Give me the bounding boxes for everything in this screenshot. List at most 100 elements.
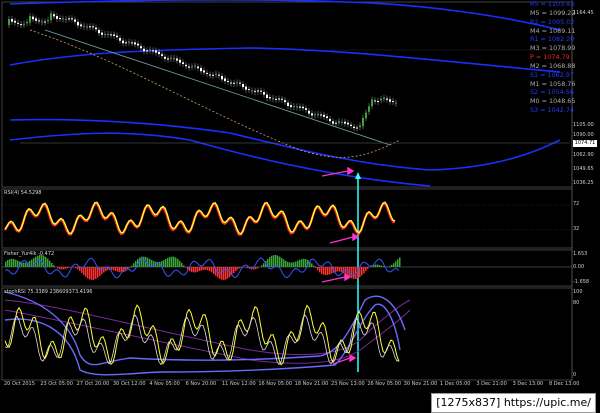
fisher-bar <box>115 267 117 272</box>
fisher-bar <box>63 267 65 270</box>
fisher-bar <box>143 256 145 267</box>
candle-body <box>23 23 25 25</box>
candle-body <box>383 97 385 100</box>
candle-body <box>203 70 205 73</box>
candle-body <box>41 21 43 23</box>
fisher-bar <box>101 267 103 275</box>
candle-body <box>287 102 289 106</box>
candle-body <box>155 50 157 53</box>
candle-body <box>386 98 388 100</box>
fisher-bar <box>133 263 135 267</box>
fisher-bar <box>49 260 51 267</box>
fisher-bar <box>213 267 215 275</box>
fisher-bar <box>381 265 383 267</box>
price-tick: 1105.00 <box>573 122 594 128</box>
candle-body <box>101 32 103 35</box>
candle-body <box>209 74 211 76</box>
stoch-pane <box>4 291 411 376</box>
trading-chart[interactable] <box>0 0 600 413</box>
fisher-bar <box>47 258 49 267</box>
time-tick: 11 Nov 12:00 <box>222 381 256 387</box>
candle-body <box>389 99 391 102</box>
candle-body <box>215 73 217 75</box>
candle-body <box>71 18 73 20</box>
stoch-tick: 0 <box>573 372 577 378</box>
fisher-bar <box>297 260 299 267</box>
fisher-bar <box>7 260 9 267</box>
candle-body <box>161 54 163 56</box>
candle-body <box>323 114 325 117</box>
candle-body <box>80 24 82 27</box>
candle-body <box>230 82 232 84</box>
fisher-bar <box>83 267 85 275</box>
candle-body <box>200 67 202 72</box>
price-tick: 1062.90 <box>573 152 594 158</box>
candle-body <box>56 16 58 19</box>
candle-body <box>77 21 79 26</box>
candle-body <box>152 50 154 52</box>
candle-body <box>20 24 22 26</box>
candle-body <box>14 20 16 23</box>
fisher-bar <box>379 265 381 267</box>
candle-body <box>59 18 61 20</box>
candle-body <box>119 38 121 41</box>
candle-body <box>122 40 124 44</box>
fisher-bar <box>53 265 55 267</box>
candle-body <box>158 51 160 55</box>
candle-body <box>338 121 340 123</box>
fisher-pane <box>2 255 572 280</box>
fisher-bar <box>25 262 27 267</box>
fisher-bar <box>375 264 377 267</box>
fisher-bar <box>327 267 329 275</box>
fisher-bar <box>293 262 295 267</box>
fisher-bar <box>87 267 89 279</box>
rsi-tick: 32 <box>573 226 580 232</box>
candle-body <box>95 27 97 30</box>
candle-body <box>248 89 250 91</box>
candle-body <box>74 19 76 22</box>
fisher-bar <box>301 259 303 267</box>
price-tick: 1036.25 <box>573 180 594 186</box>
candle-body <box>44 21 46 23</box>
price-tick: 1049.65 <box>573 166 594 172</box>
candle-body <box>8 19 10 25</box>
candle-body <box>11 19 13 22</box>
candle-body <box>116 35 118 38</box>
fisher-tick: -1.658 <box>573 279 590 285</box>
price-tick: 1090.00 <box>573 132 594 138</box>
candle-body <box>269 97 271 99</box>
fisher-bar <box>281 257 283 267</box>
fisher-bar <box>263 263 265 267</box>
fisher-bar <box>17 260 19 267</box>
candle-body <box>305 108 307 110</box>
candle-body <box>395 102 397 104</box>
fisher-bar <box>197 267 199 272</box>
fisher-bar <box>61 267 63 270</box>
candle-body <box>89 26 91 28</box>
time-tick: 26 Nov 05:00 <box>367 381 402 387</box>
candle-body <box>206 72 208 74</box>
upic-watermark[interactable]: [1275x837] https://upic.me/ <box>431 393 596 413</box>
fisher-bar <box>367 267 369 270</box>
candle-body <box>299 106 301 108</box>
fisher-bar <box>295 261 297 267</box>
candle-body <box>62 18 64 20</box>
fisher-bar <box>113 267 115 271</box>
legend-item: R1 = 1082.20 <box>530 35 575 44</box>
candle-body <box>185 64 187 67</box>
candle-body <box>218 74 220 76</box>
candle-body <box>329 118 331 122</box>
fisher-bar <box>45 256 47 267</box>
fisher-tick: 1.653 <box>573 251 588 257</box>
time-tick: 30 Nov 21:00 <box>403 381 438 387</box>
candle-body <box>224 78 226 82</box>
candle-body <box>143 48 145 52</box>
candle-body <box>254 90 256 92</box>
candle-body <box>260 90 262 92</box>
time-tick: 4 Nov 05:00 <box>149 381 180 387</box>
rsi-tick: 72 <box>573 201 580 207</box>
fisher-bar <box>227 267 229 279</box>
candle-body <box>311 113 313 116</box>
candle-body <box>296 106 298 108</box>
fisher-bar <box>323 267 325 275</box>
